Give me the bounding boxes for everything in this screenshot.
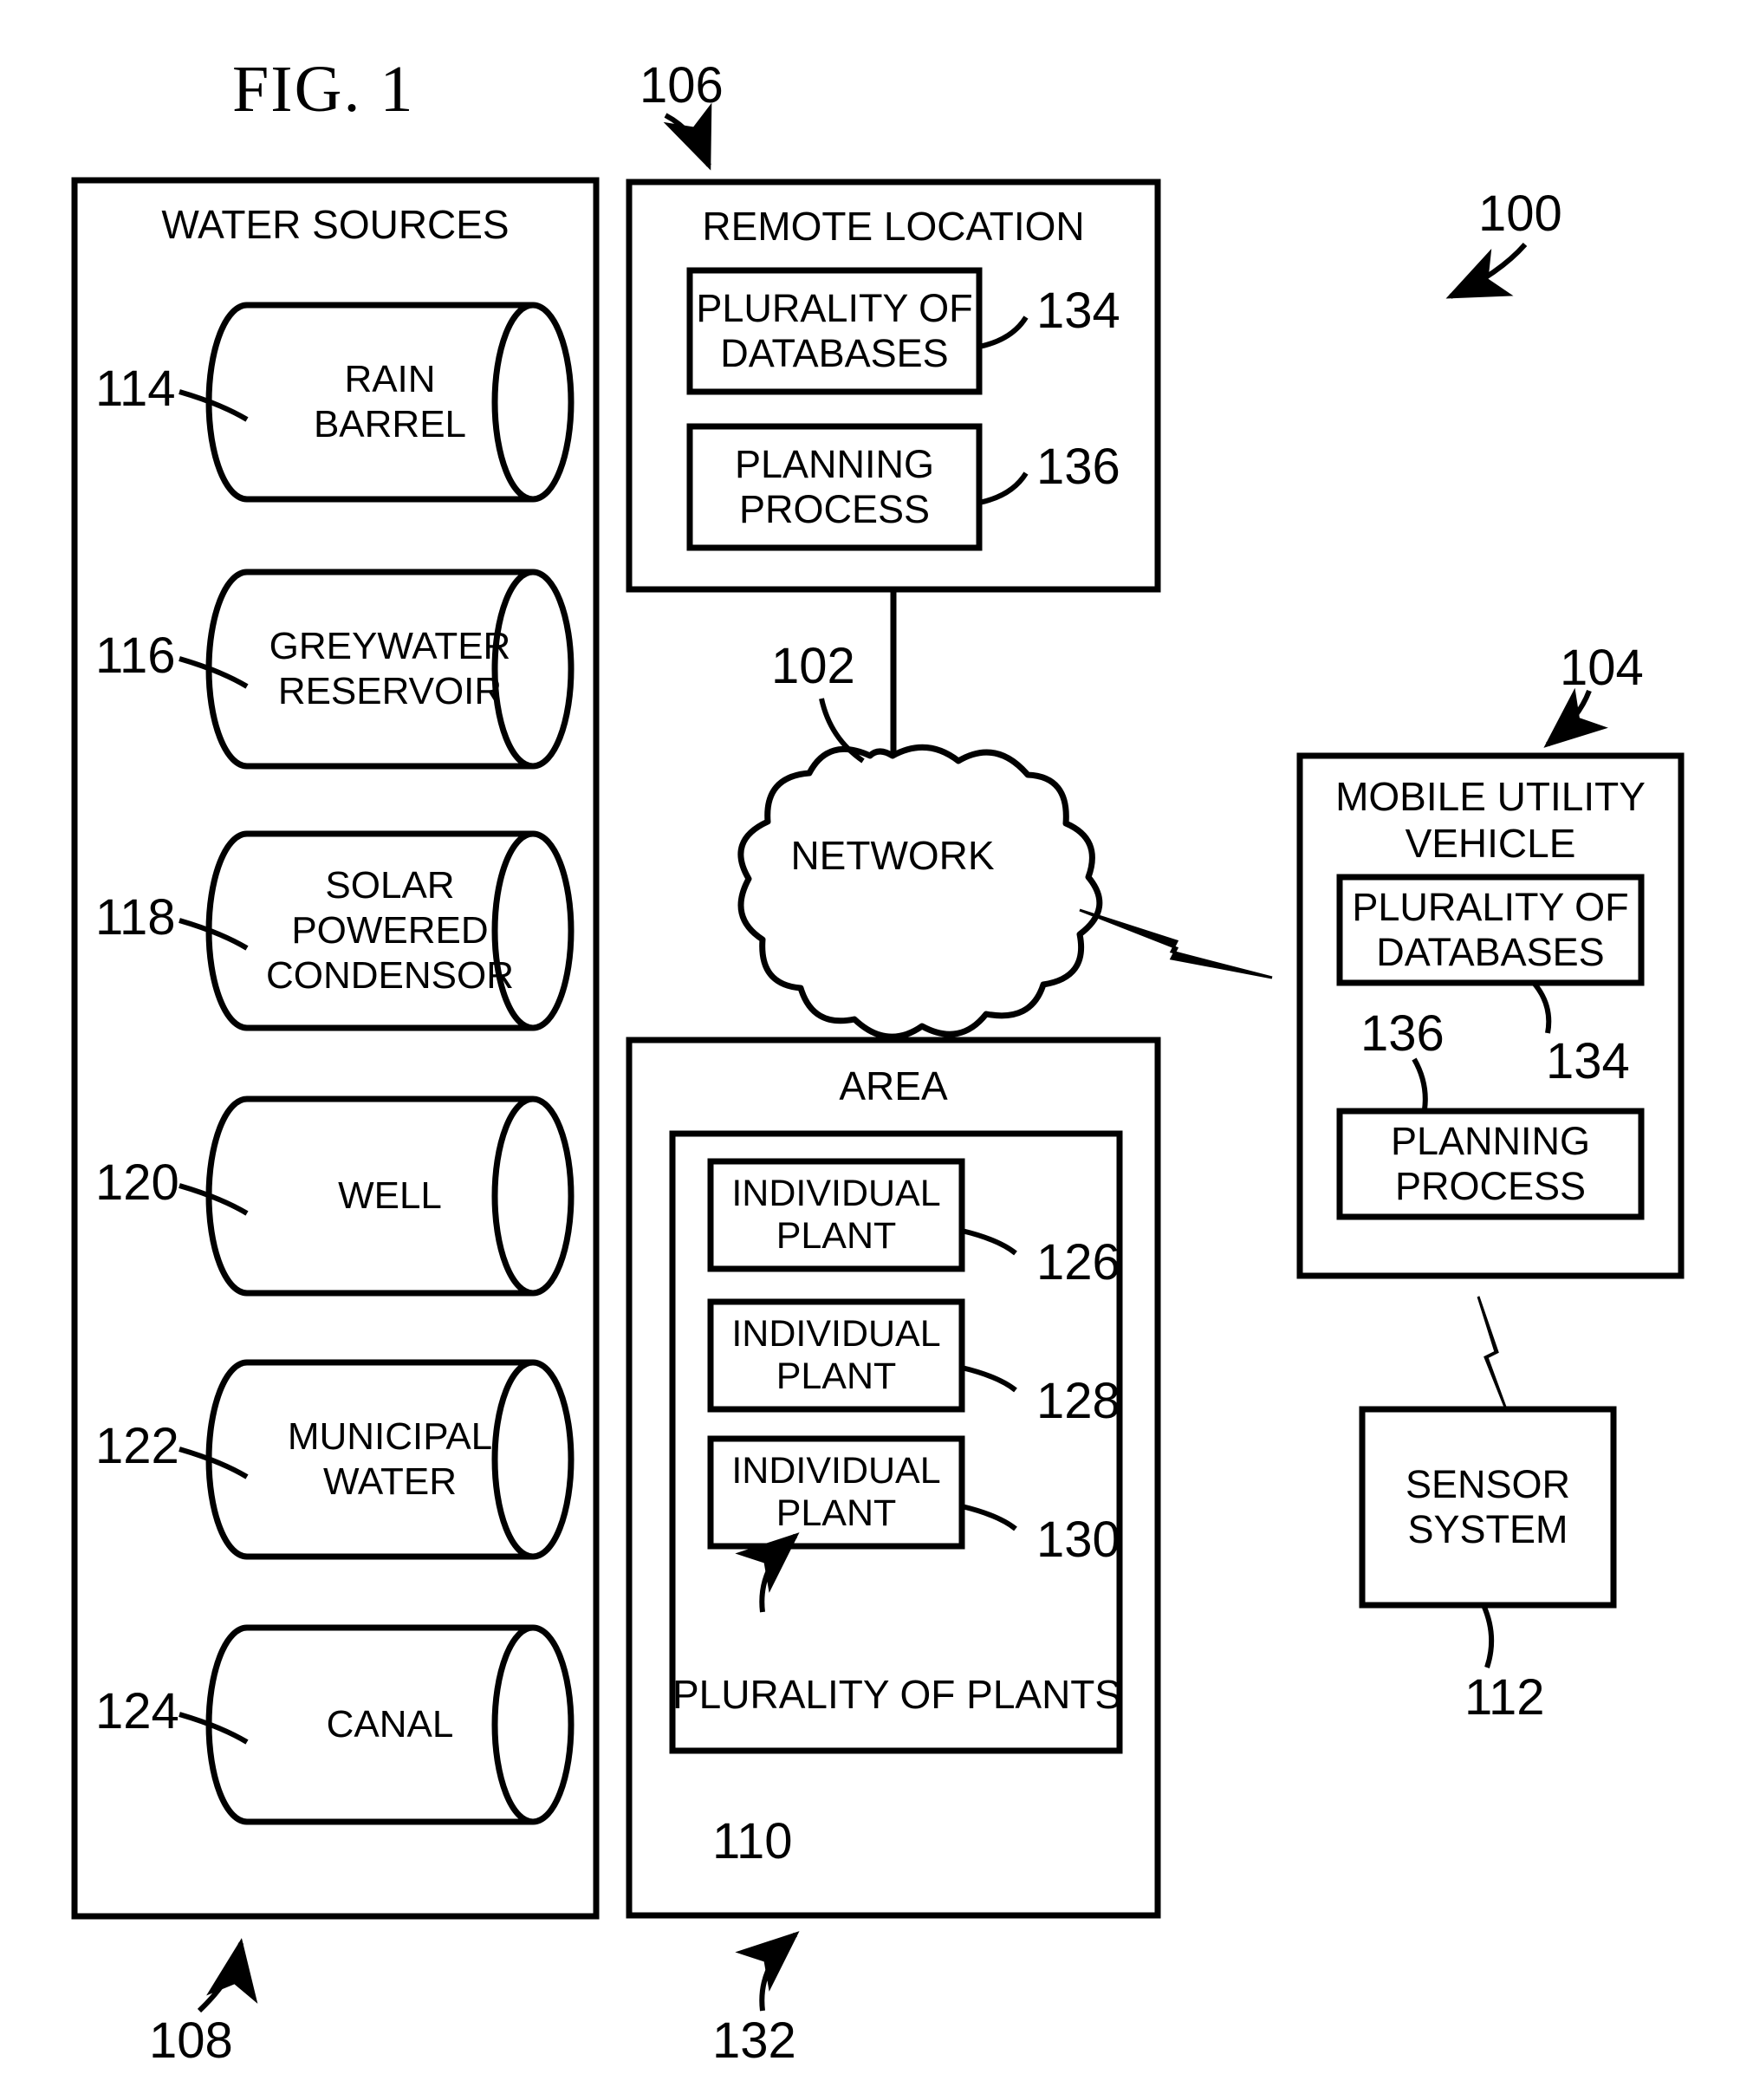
line-1: CANAL (326, 1703, 454, 1746)
line-2: PROCESS (1394, 1164, 1587, 1208)
line-1: MUNICIPAL (287, 1415, 493, 1459)
leader-arrow-104 (1543, 687, 1608, 748)
plurality-of-plants-label: PLURALITY OF PLANTS (672, 1672, 1122, 1717)
vehicle-planning-label: PLANNING PROCESS (1340, 1111, 1641, 1217)
line-1: INDIVIDUAL (731, 1172, 941, 1214)
remote-location-title: REMOTE LOCATION (702, 204, 1085, 249)
ref-132: 132 (712, 2012, 796, 2069)
line-2: DATABASES (1376, 930, 1605, 974)
wireless-link-vehicle-sensor (1477, 1296, 1508, 1410)
water-source-label-well: WELL (247, 1099, 533, 1293)
line-2: RESERVOIR (277, 670, 503, 712)
ref-108: 108 (149, 2012, 233, 2069)
remote-planning-label: PLANNING PROCESS (690, 426, 979, 548)
area-title: AREA (839, 1063, 948, 1109)
leader-arrow-100 (1445, 243, 1528, 299)
line-1: GREYWATER (269, 625, 511, 668)
leader-136-remote (978, 471, 1029, 505)
line-2: BARREL (313, 403, 467, 445)
vehicle-databases-label: PLURALITY OF DATABASES (1340, 877, 1641, 983)
water-source-label-municipal-water: MUNICIPAL WATER (247, 1362, 533, 1557)
leader-arrow-108 (197, 1938, 258, 2013)
line-2: PLANT (776, 1215, 897, 1257)
ref-136-vehicle: 136 (1360, 1005, 1445, 1062)
ref-system-100: 100 (1478, 185, 1562, 242)
line-2: WATER (323, 1460, 457, 1503)
ref-114: 114 (95, 361, 176, 417)
leader-126 (961, 1228, 1017, 1256)
line-1: WELL (338, 1174, 442, 1218)
ref-102: 102 (771, 638, 855, 694)
ref-134-remote: 134 (1036, 283, 1120, 339)
ref-106: 106 (640, 57, 724, 114)
ref-124: 124 (95, 1683, 179, 1739)
mobile-utility-vehicle-title-line1: MOBILE UTILITY (1335, 774, 1646, 819)
individual-plant-label-126: INDIVIDUAL PLANT (711, 1161, 962, 1269)
water-source-label-greywater-reservoir: GREYWATER RESERVOIR (247, 572, 533, 766)
ref-110: 110 (712, 1813, 793, 1869)
network-label: NETWORK (790, 833, 995, 878)
ref-120: 120 (95, 1154, 179, 1211)
ref-122: 122 (95, 1418, 179, 1474)
line-1: INDIVIDUAL (731, 1449, 941, 1492)
water-source-label-rain-barrel: RAIN BARREL (247, 305, 533, 499)
leader-130 (961, 1504, 1017, 1531)
ref-126: 126 (1036, 1234, 1120, 1291)
mobile-utility-vehicle-title-line2: VEHICLE (1405, 821, 1576, 866)
line-3: CONDENSOR (265, 953, 515, 997)
network-cloud (737, 744, 1103, 1040)
line-1: INDIVIDUAL (731, 1312, 941, 1355)
leader-136-vehicle (1412, 1057, 1428, 1110)
leader-arrow-106 (663, 102, 712, 171)
leader-134-vehicle (1531, 981, 1552, 1034)
leader-128 (961, 1365, 1017, 1393)
line-2: SYSTEM (1407, 1507, 1568, 1551)
water-sources-title: WATER SOURCES (161, 202, 510, 247)
line-2: DATABASES (720, 331, 949, 375)
leader-112 (1481, 1603, 1495, 1668)
line-1: PLURALITY OF (696, 286, 973, 331)
line-1: PLANNING (1390, 1119, 1591, 1164)
individual-plant-label-128: INDIVIDUAL PLANT (711, 1302, 962, 1409)
line-1: RAIN (344, 358, 436, 401)
line-1: SOLAR (325, 864, 455, 907)
line-2: PLANT (776, 1492, 897, 1534)
ref-136-remote: 136 (1036, 439, 1120, 495)
ref-116: 116 (95, 627, 176, 684)
figure-title: FIG. 1 (232, 53, 415, 126)
wireless-link-network-vehicle (1079, 908, 1273, 979)
line-1: PLURALITY OF (1352, 885, 1629, 930)
ref-118: 118 (95, 889, 176, 946)
line-2: POWERED (291, 909, 489, 952)
line-2: PLANT (776, 1356, 897, 1397)
ref-134-vehicle: 134 (1546, 1033, 1630, 1089)
line-1: PLANNING (734, 442, 935, 487)
ref-104: 104 (1560, 640, 1644, 696)
ref-128: 128 (1036, 1373, 1120, 1429)
water-source-label-canal: CANAL (247, 1628, 533, 1822)
ref-112: 112 (1464, 1669, 1545, 1726)
individual-plant-label-130: INDIVIDUAL PLANT (711, 1439, 962, 1546)
line-1: SENSOR (1405, 1462, 1571, 1507)
ref-130: 130 (1036, 1512, 1120, 1568)
leader-134-remote (978, 315, 1029, 349)
remote-databases-label: PLURALITY OF DATABASES (690, 270, 979, 392)
leader-arrow-132 (735, 1931, 800, 2012)
water-source-label-solar-powered-condensor: SOLAR POWERED CONDENSOR (247, 834, 533, 1028)
line-2: PROCESS (738, 487, 931, 531)
patent-figure: FIG. 1 100 WATER SOURCES RAIN BARREL GRE… (0, 0, 1740, 2100)
sensor-system-label: SENSOR SYSTEM (1362, 1409, 1613, 1605)
